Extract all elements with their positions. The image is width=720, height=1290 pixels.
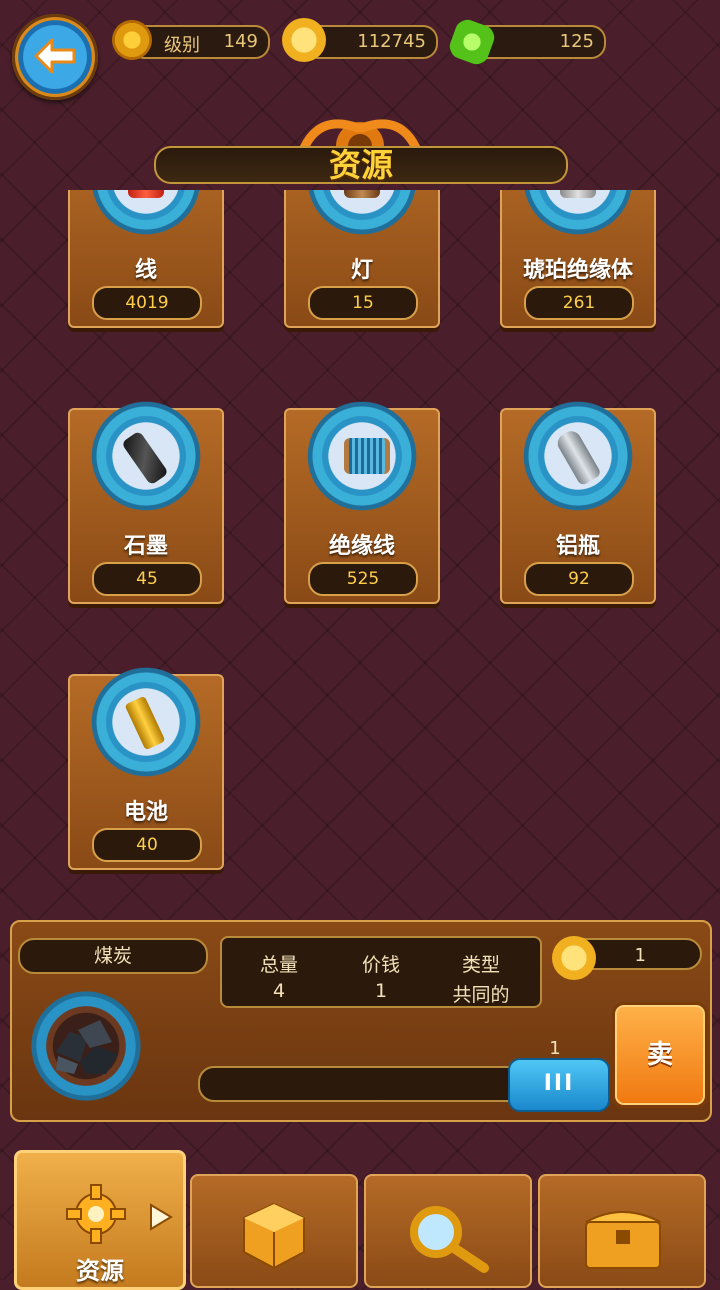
tab-search[interactable] [364, 1174, 532, 1288]
quantity-slider-handle[interactable]: III [508, 1058, 610, 1112]
resource-name: 琥珀绝缘体 [522, 258, 633, 283]
tab-resources[interactable]: 资源 [14, 1150, 186, 1290]
selected-resource-name: 煤炭 [18, 938, 208, 974]
sell-button[interactable]: 卖 [612, 1002, 708, 1108]
play-arrow-icon [150, 1203, 173, 1231]
level-value: 149 [223, 31, 258, 52]
insulated-wire-spool-icon [344, 438, 390, 474]
resource-card[interactable]: 铝瓶 92 [500, 400, 656, 604]
gems-value: 125 [559, 31, 594, 52]
tab-storage[interactable] [538, 1174, 706, 1288]
resource-card[interactable]: 电池 40 [68, 666, 224, 870]
chest-icon [585, 1211, 661, 1269]
back-button[interactable] [12, 14, 98, 100]
resource-info-box: 总量 价钱 类型 4 1 共同的 [220, 936, 542, 1008]
info-header: 价钱 [361, 954, 400, 976]
info-header: 类型 [461, 954, 500, 976]
cube-icon [243, 1202, 305, 1270]
page-title: 资源 [328, 146, 393, 184]
resource-count: 15 [308, 286, 418, 320]
resource-name: 绝缘线 [328, 534, 395, 559]
resource-name: 线 [134, 258, 157, 283]
info-value: 1 [374, 980, 388, 1002]
tab-label: 资源 [76, 1257, 124, 1285]
resource-card[interactable]: 琥珀绝缘体 261 [500, 190, 656, 328]
resource-count: 45 [92, 562, 202, 596]
amber-insulator-icon [560, 190, 596, 198]
resource-card[interactable]: 石墨 45 [68, 400, 224, 604]
resource-count: 4019 [92, 286, 202, 320]
resource-name: 铝瓶 [555, 534, 600, 559]
resource-name: 石墨 [123, 534, 168, 559]
resource-count: 525 [308, 562, 418, 596]
info-value: 4 [272, 980, 286, 1002]
resource-card[interactable]: 灯 15 [284, 190, 440, 328]
resource-card[interactable]: 线 4019 [68, 190, 224, 328]
resource-count: 92 [524, 562, 634, 596]
lamp-spool-icon [344, 190, 380, 198]
level-label: 级别 [164, 35, 200, 56]
resource-grid: 线 4019 灯 15 琥珀绝缘体 261 石墨 45 绝缘线 525 铝瓶 9… [0, 190, 720, 890]
gear-icon [66, 1184, 126, 1244]
back-arrow-icon [34, 38, 76, 74]
coins-value: 112745 [357, 31, 426, 52]
coin-icon [282, 18, 326, 62]
quantity-slider-track[interactable] [198, 1066, 532, 1102]
info-header: 总量 [259, 954, 298, 976]
resource-name: 电池 [123, 800, 168, 825]
resource-name: 灯 [350, 258, 373, 283]
resource-card[interactable]: 绝缘线 525 [284, 400, 440, 604]
resource-count: 261 [524, 286, 634, 320]
resource-count: 40 [92, 828, 202, 862]
coal-icon [56, 1020, 118, 1074]
magnifier-icon [410, 1206, 489, 1273]
tab-crafting[interactable] [190, 1174, 358, 1288]
price-coin-icon [552, 936, 596, 980]
quantity-value: 1 [549, 1038, 561, 1059]
level-gear-icon [112, 20, 152, 60]
info-value: 共同的 [452, 984, 510, 1006]
wire-spool-icon [128, 190, 164, 198]
